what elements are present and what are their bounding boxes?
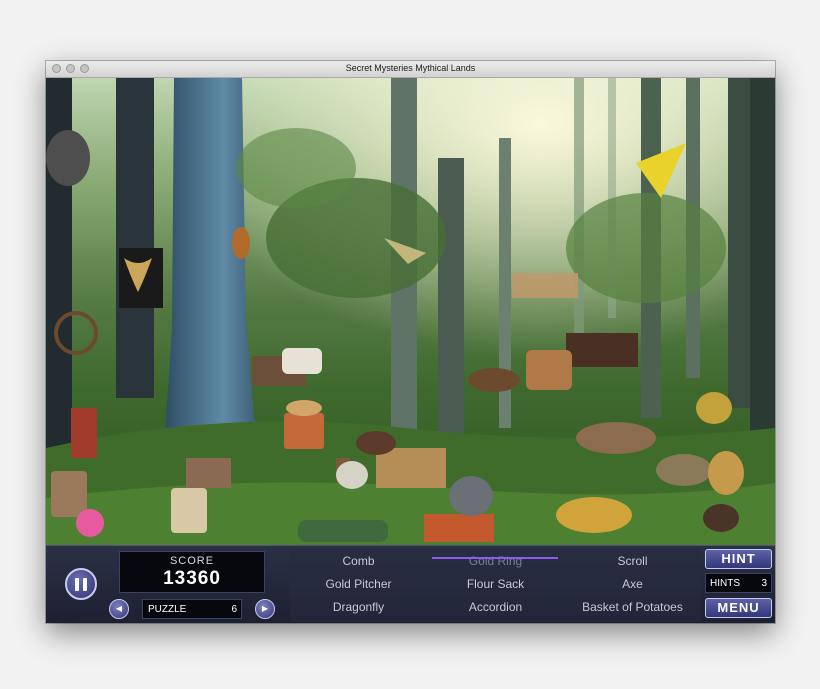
- item-list-entry: Gold Pitcher: [325, 577, 392, 591]
- game-window: Secret Mysteries Mythical Lands SCORE 13…: [46, 61, 775, 623]
- next-puzzle-button[interactable]: ▶: [255, 599, 275, 619]
- item-list-entry: Scroll: [617, 554, 648, 568]
- hints-count: 3: [761, 578, 767, 589]
- puzzle-indicator: PUZZLE 6: [142, 599, 242, 619]
- item-list-entry: Basket of Potatoes: [582, 600, 683, 614]
- item-list-entry: Dragonfly: [332, 600, 385, 614]
- item-list-entry: Flour Sack: [466, 577, 525, 591]
- hints-counter: HINTS 3: [705, 573, 772, 593]
- item-list-entry: Comb: [342, 554, 375, 568]
- pause-icon-bar-left: [75, 578, 79, 591]
- pause-icon-bar-right: [83, 578, 87, 591]
- window-title: Secret Mysteries Mythical Lands: [345, 63, 476, 73]
- puzzle-number: 6: [231, 604, 237, 615]
- puzzle-label: PUZZLE: [148, 604, 187, 615]
- triangle-right-icon: ▶: [261, 604, 269, 613]
- item-list: Comb Gold Ring Scroll Gold Pitcher Flour…: [290, 548, 701, 622]
- game-hud: SCORE 13360 ◀ PUZZLE 6 ▶ Comb Gold Ring …: [46, 545, 775, 623]
- hints-label: HINTS: [710, 578, 740, 589]
- hidden-object-scene[interactable]: [46, 78, 775, 545]
- triangle-left-icon: ◀: [115, 604, 123, 613]
- found-item-strikethrough: [432, 557, 558, 559]
- window-titlebar: Secret Mysteries Mythical Lands: [46, 61, 775, 78]
- score-value: 13360: [163, 568, 221, 589]
- previous-puzzle-button[interactable]: ◀: [109, 599, 129, 619]
- hint-button[interactable]: HINT: [705, 549, 772, 569]
- item-list-entry: Accordion: [468, 600, 523, 614]
- pause-button[interactable]: [65, 568, 97, 600]
- score-panel: SCORE 13360: [119, 551, 265, 593]
- item-list-entry: Axe: [622, 577, 643, 591]
- menu-button[interactable]: MENU: [705, 598, 772, 618]
- forest-scene-art: [46, 78, 775, 545]
- score-label: SCORE: [169, 555, 215, 567]
